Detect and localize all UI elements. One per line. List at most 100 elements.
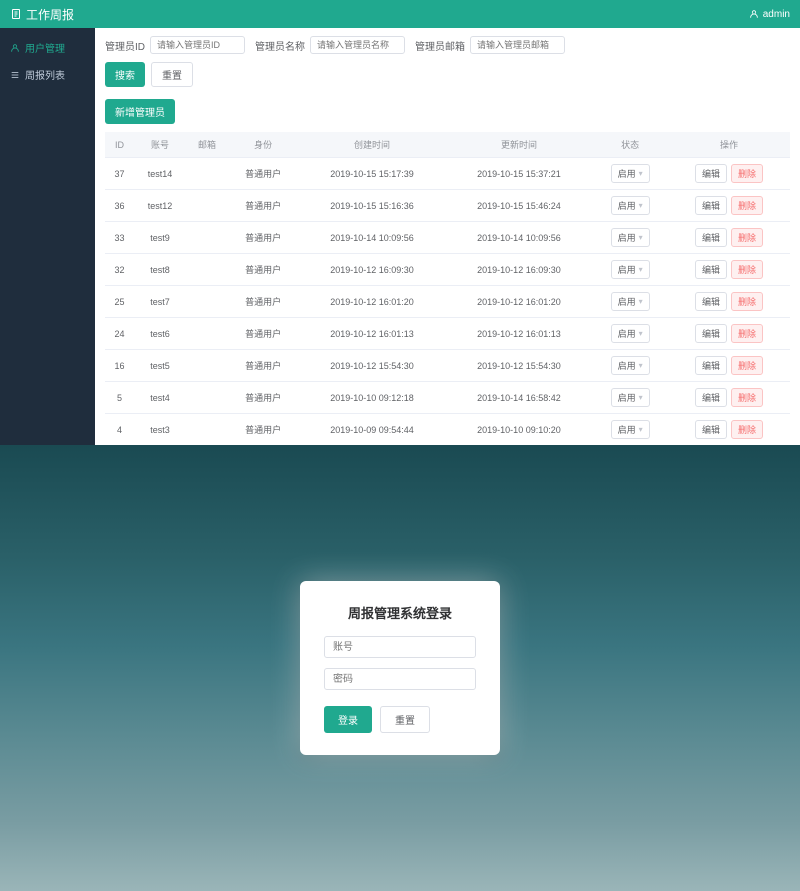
cell-action: 编辑 删除 bbox=[668, 254, 790, 286]
delete-button[interactable]: 删除 bbox=[731, 324, 763, 343]
cell-role: 普通用户 bbox=[228, 158, 299, 190]
sidebar-item-label: 周报列表 bbox=[25, 67, 65, 82]
col-id: ID bbox=[105, 132, 134, 158]
cell-action: 编辑 删除 bbox=[668, 414, 790, 446]
cell-id: 24 bbox=[105, 318, 134, 350]
cell-role: 普通用户 bbox=[228, 190, 299, 222]
cell-account: test14 bbox=[134, 158, 186, 190]
cell-id: 5 bbox=[105, 382, 134, 414]
filter-email-label: 管理员邮箱 bbox=[415, 38, 465, 53]
reset-button[interactable]: 重置 bbox=[151, 62, 193, 87]
delete-button[interactable]: 删除 bbox=[731, 260, 763, 279]
cell-created: 2019-10-15 15:17:39 bbox=[299, 158, 446, 190]
cell-action: 编辑 删除 bbox=[668, 318, 790, 350]
chevron-down-icon: ▾ bbox=[639, 361, 643, 370]
edit-button[interactable]: 编辑 bbox=[695, 164, 727, 183]
cell-updated: 2019-10-15 15:46:24 bbox=[445, 190, 592, 222]
filter-id-input[interactable] bbox=[150, 36, 245, 54]
cell-action: 编辑 删除 bbox=[668, 286, 790, 318]
login-screen: 周报管理系统登录 登录 重置 bbox=[0, 445, 800, 891]
table-row: 33 test9 普通用户 2019-10-14 10:09:56 2019-1… bbox=[105, 222, 790, 254]
status-dropdown[interactable]: 启用▾ bbox=[611, 324, 650, 343]
col-status: 状态 bbox=[592, 132, 667, 158]
cell-role: 普通用户 bbox=[228, 318, 299, 350]
search-button[interactable]: 搜索 bbox=[105, 62, 145, 87]
chevron-down-icon: ▾ bbox=[639, 233, 643, 242]
cell-role: 普通用户 bbox=[228, 254, 299, 286]
status-dropdown[interactable]: 启用▾ bbox=[611, 228, 650, 247]
delete-button[interactable]: 删除 bbox=[731, 420, 763, 439]
status-dropdown[interactable]: 启用▾ bbox=[611, 388, 650, 407]
table-row: 36 test12 普通用户 2019-10-15 15:16:36 2019-… bbox=[105, 190, 790, 222]
cell-id: 16 bbox=[105, 350, 134, 382]
login-reset-button[interactable]: 重置 bbox=[380, 706, 430, 733]
cell-updated: 2019-10-12 16:01:20 bbox=[445, 286, 592, 318]
filter-email-input[interactable] bbox=[470, 36, 565, 54]
cell-account: test9 bbox=[134, 222, 186, 254]
edit-button[interactable]: 编辑 bbox=[695, 292, 727, 311]
cell-updated: 2019-10-12 16:01:13 bbox=[445, 318, 592, 350]
status-dropdown[interactable]: 启用▾ bbox=[611, 164, 650, 183]
sidebar-item-user-mgmt[interactable]: 用户管理 bbox=[0, 34, 95, 61]
edit-button[interactable]: 编辑 bbox=[695, 420, 727, 439]
edit-button[interactable]: 编辑 bbox=[695, 260, 727, 279]
admin-table: ID 账号 邮箱 身份 创建时间 更新时间 状态 操作 37 test14 普通… bbox=[105, 132, 790, 445]
cell-status: 启用▾ bbox=[592, 350, 667, 382]
col-email: 邮箱 bbox=[186, 132, 228, 158]
list-icon bbox=[10, 70, 20, 80]
edit-button[interactable]: 编辑 bbox=[695, 228, 727, 247]
chevron-down-icon: ▾ bbox=[639, 201, 643, 210]
edit-button[interactable]: 编辑 bbox=[695, 196, 727, 215]
login-password-input[interactable] bbox=[324, 668, 476, 690]
cell-created: 2019-10-12 16:01:20 bbox=[299, 286, 446, 318]
cell-account: test5 bbox=[134, 350, 186, 382]
filter-id-group: 管理员ID bbox=[105, 36, 245, 54]
status-dropdown[interactable]: 启用▾ bbox=[611, 292, 650, 311]
cell-role: 普通用户 bbox=[228, 222, 299, 254]
sidebar-item-report-list[interactable]: 周报列表 bbox=[0, 61, 95, 88]
chevron-down-icon: ▾ bbox=[639, 425, 643, 434]
login-account-input[interactable] bbox=[324, 636, 476, 658]
username: admin bbox=[763, 9, 790, 20]
status-dropdown[interactable]: 启用▾ bbox=[611, 420, 650, 439]
delete-button[interactable]: 删除 bbox=[731, 164, 763, 183]
document-icon bbox=[10, 8, 22, 20]
cell-role: 普通用户 bbox=[228, 286, 299, 318]
cell-updated: 2019-10-14 16:58:42 bbox=[445, 382, 592, 414]
cell-email bbox=[186, 190, 228, 222]
edit-button[interactable]: 编辑 bbox=[695, 388, 727, 407]
status-dropdown[interactable]: 启用▾ bbox=[611, 356, 650, 375]
login-button[interactable]: 登录 bbox=[324, 706, 372, 733]
table-header-row: ID 账号 邮箱 身份 创建时间 更新时间 状态 操作 bbox=[105, 132, 790, 158]
cell-updated: 2019-10-12 16:09:30 bbox=[445, 254, 592, 286]
delete-button[interactable]: 删除 bbox=[731, 292, 763, 311]
filter-name-input[interactable] bbox=[310, 36, 405, 54]
table-row: 37 test14 普通用户 2019-10-15 15:17:39 2019-… bbox=[105, 158, 790, 190]
cell-updated: 2019-10-15 15:37:21 bbox=[445, 158, 592, 190]
login-box: 周报管理系统登录 登录 重置 bbox=[300, 581, 500, 755]
cell-created: 2019-10-15 15:16:36 bbox=[299, 190, 446, 222]
cell-action: 编辑 删除 bbox=[668, 350, 790, 382]
admin-panel: 工作周报 admin 用户管理 周报列表 bbox=[0, 0, 800, 445]
col-role: 身份 bbox=[228, 132, 299, 158]
cell-email bbox=[186, 350, 228, 382]
cell-created: 2019-10-12 16:09:30 bbox=[299, 254, 446, 286]
edit-button[interactable]: 编辑 bbox=[695, 356, 727, 375]
delete-button[interactable]: 删除 bbox=[731, 196, 763, 215]
user-menu[interactable]: admin bbox=[749, 9, 790, 20]
edit-button[interactable]: 编辑 bbox=[695, 324, 727, 343]
col-updated: 更新时间 bbox=[445, 132, 592, 158]
chevron-down-icon: ▾ bbox=[639, 169, 643, 178]
status-dropdown[interactable]: 启用▾ bbox=[611, 260, 650, 279]
status-dropdown[interactable]: 启用▾ bbox=[611, 196, 650, 215]
cell-role: 普通用户 bbox=[228, 414, 299, 446]
cell-status: 启用▾ bbox=[592, 414, 667, 446]
cell-account: test4 bbox=[134, 382, 186, 414]
delete-button[interactable]: 删除 bbox=[731, 356, 763, 375]
delete-button[interactable]: 删除 bbox=[731, 388, 763, 407]
sidebar: 用户管理 周报列表 bbox=[0, 28, 95, 445]
add-admin-button[interactable]: 新增管理员 bbox=[105, 99, 175, 124]
cell-account: test6 bbox=[134, 318, 186, 350]
cell-account: test8 bbox=[134, 254, 186, 286]
delete-button[interactable]: 删除 bbox=[731, 228, 763, 247]
